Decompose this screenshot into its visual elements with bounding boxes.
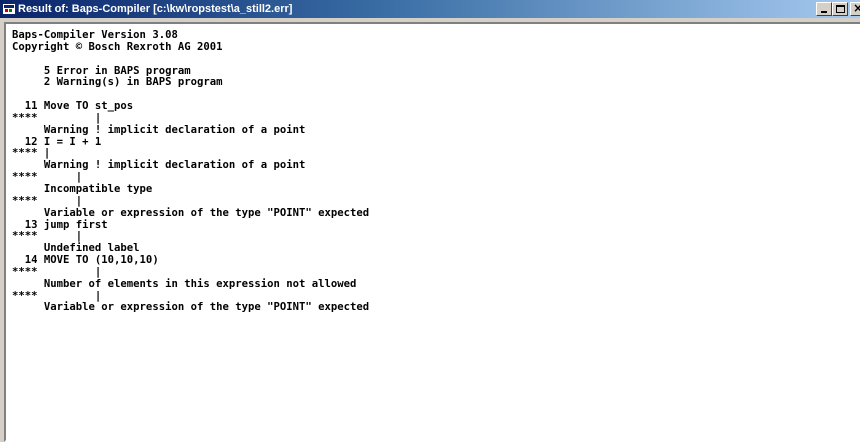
close-button[interactable]: × (850, 1, 860, 16)
window-title: Result of: Baps-Compiler [c:\kw\ropstest… (18, 3, 293, 15)
output-pane[interactable]: Baps-Compiler Version 3.08 Copyright © Bo… (4, 22, 860, 442)
window-controls: × (816, 1, 860, 16)
maximize-button[interactable] (832, 2, 848, 16)
output-line: 12 I = I + 1 (12, 135, 102, 148)
minimize-icon (821, 11, 827, 13)
app-icon (3, 4, 15, 14)
minimize-button[interactable] (816, 2, 832, 16)
close-icon: × (853, 1, 860, 15)
output-line: 2 Warning(s) in BAPS program (12, 76, 223, 89)
title-bar[interactable]: Result of: Baps-Compiler [c:\kw\ropstest… (0, 0, 860, 18)
output-line: **** | (12, 111, 102, 124)
output-line: Number of elements in this expression no… (12, 277, 357, 290)
output-line: Variable or expression of the type "POIN… (12, 206, 370, 219)
output-line: **** | (12, 265, 102, 278)
output-line: Warning ! implicit declaration of a poin… (12, 123, 306, 136)
compiler-output-text: Baps-Compiler Version 3.08 Copyright © Bo… (12, 29, 370, 314)
output-line: Copyright © Bosch Rexroth AG 2001 (12, 40, 223, 53)
maximize-icon (836, 5, 845, 13)
output-line: **** | (12, 194, 83, 207)
output-line: Variable or expression of the type "POIN… (12, 301, 370, 314)
compiler-result-window: Result of: Baps-Compiler [c:\kw\ropstest… (0, 0, 860, 442)
